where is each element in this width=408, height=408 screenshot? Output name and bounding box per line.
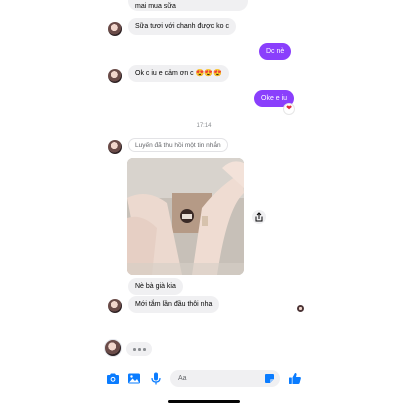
unsent-message-notice: Luyến đã thu hồi một tin nhắn <box>128 138 228 152</box>
typing-dot <box>133 348 136 351</box>
sticker-icon[interactable] <box>264 373 275 384</box>
photo-message[interactable] <box>127 158 244 275</box>
photo-image <box>127 158 244 275</box>
typing-indicator <box>126 342 152 356</box>
share-icon <box>255 212 263 222</box>
message-input-placeholder: Aa <box>178 375 187 382</box>
timestamp: 17:14 <box>196 123 212 129</box>
message-composer: Aa <box>100 366 308 390</box>
typing-avatar[interactable] <box>104 339 122 357</box>
incoming-message[interactable]: Nè bà già kia <box>128 278 183 295</box>
outgoing-message[interactable]: Dc nè <box>259 43 292 60</box>
contact-avatar[interactable] <box>108 69 122 83</box>
chat-screen: mai mua sữa Sữa tươi với chanh được ko c… <box>100 0 308 408</box>
microphone-icon[interactable] <box>149 372 163 385</box>
message-input[interactable]: Aa <box>170 370 280 387</box>
partial-message-bubble[interactable]: mai mua sữa <box>128 0 248 11</box>
image-icon[interactable] <box>127 372 141 385</box>
share-button[interactable] <box>252 210 266 224</box>
incoming-message[interactable]: Sữa tươi với chanh được ko c <box>128 18 236 35</box>
contact-avatar[interactable] <box>108 22 122 36</box>
incoming-message[interactable]: Ok c iu e cảm ơn c 😍😍😍 <box>128 65 229 82</box>
seen-avatar-indicator <box>297 305 304 312</box>
camera-icon[interactable] <box>106 372 120 385</box>
contact-avatar[interactable] <box>108 299 122 313</box>
thumbs-up-icon[interactable] <box>288 372 302 385</box>
home-indicator <box>168 400 240 403</box>
typing-dot <box>138 348 141 351</box>
incoming-message[interactable]: Mới tắm lần đầu thôi nha <box>128 296 220 313</box>
contact-avatar[interactable] <box>108 140 122 154</box>
heart-reaction-icon[interactable]: ❤ <box>284 104 294 114</box>
partial-message-text: mai mua sữa <box>135 3 176 10</box>
typing-dot <box>143 348 146 351</box>
